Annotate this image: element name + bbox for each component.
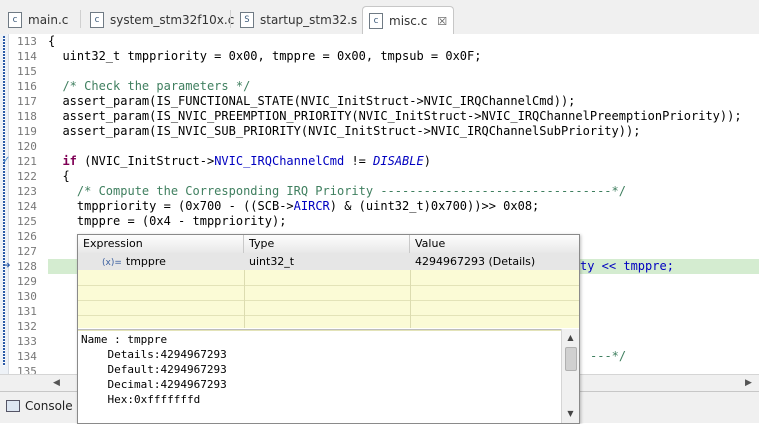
variable-icon: (x)=: [102, 258, 122, 268]
struct-field: NVIC_IRQChannelCmd: [214, 154, 345, 168]
line-number: 126: [17, 230, 37, 243]
macro: DISABLE: [373, 154, 424, 168]
editor-tab-bar: c main.c c system_stm32f10x.c S startup_…: [0, 0, 759, 35]
scroll-up-icon[interactable]: ▲: [564, 331, 577, 344]
tab-startup-stm32-s[interactable]: S startup_stm32.s: [240, 8, 357, 32]
c-file-icon: c: [8, 12, 22, 28]
code-fragment: tmppriority = (0x700 - ((SCB->: [48, 199, 294, 213]
line-number: 118: [17, 110, 37, 123]
tab-misc-c[interactable]: c misc.c ☒: [362, 6, 455, 35]
line-number: 116: [17, 80, 37, 93]
line-number: 127: [17, 245, 37, 258]
column-header-expression[interactable]: Expression: [78, 235, 244, 253]
scroll-left-icon[interactable]: ◀: [50, 377, 63, 390]
code-line: uint32_t tmppriority = 0x00, tmppre = 0x…: [48, 49, 482, 63]
code-comment: /* Compute the Corresponding IRQ Priorit…: [48, 184, 626, 198]
empty-row: [78, 270, 579, 286]
expression-table: (x)= tmppre uint32_t 4294967293 (Details): [78, 253, 579, 331]
table-row[interactable]: (x)= tmppre uint32_t 4294967293 (Details): [78, 253, 579, 270]
line-number: 131: [17, 305, 37, 318]
scroll-thumb[interactable]: [565, 347, 577, 371]
tab-label: misc.c: [389, 14, 428, 28]
code-line: if (NVIC_InitStruct->NVIC_IRQChannelCmd …: [48, 154, 431, 169]
code-line: tmppre = (0x4 - tmppriority);: [48, 214, 287, 228]
tab-separator: [80, 10, 81, 28]
line-number: 132: [17, 320, 37, 333]
code-comment: /* Check the parameters */: [48, 79, 251, 93]
line-number: 119: [17, 125, 37, 138]
line-number: 113: [17, 35, 37, 48]
code-line: assert_param(IS_NVIC_SUB_PRIORITY(NVIC_I…: [48, 124, 641, 138]
details-pane[interactable]: Name : tmppre Details:4294967293 Default…: [78, 329, 562, 424]
line-number: 125: [17, 215, 37, 228]
close-icon[interactable]: ☒: [437, 15, 447, 28]
details-line: Default:4294967293: [81, 363, 227, 376]
line-number: 128: [17, 260, 37, 273]
tab-separator: [230, 10, 231, 28]
details-line: Name : tmppre: [81, 333, 168, 346]
code-line: tmppriority = (0x700 - ((SCB->AIRCR) & (…: [48, 199, 539, 214]
c-file-icon: c: [369, 13, 383, 29]
code-fragment: ) & (uint32_t)0x700))>> 0x08;: [329, 199, 540, 213]
line-number: 122: [17, 170, 37, 183]
details-vertical-scrollbar[interactable]: ▲ ▼: [561, 329, 579, 423]
code-fragment: ty << tmppre;: [580, 259, 674, 273]
line-number: 123: [17, 185, 37, 198]
struct-field: AIRCR: [293, 199, 330, 213]
expression-name: tmppre: [125, 255, 166, 268]
empty-row: [78, 285, 579, 301]
details-line: Decimal:4294967293: [81, 378, 227, 391]
s-file-icon: S: [240, 12, 254, 28]
tab-label: main.c: [28, 13, 69, 27]
column-header-type[interactable]: Type: [244, 235, 410, 253]
code-line: {: [48, 169, 70, 183]
code-line: assert_param(IS_FUNCTIONAL_STATE(NVIC_In…: [48, 94, 576, 108]
code-comment: ---*/: [590, 349, 627, 363]
details-line: Details:4294967293: [81, 348, 227, 361]
code-fragment: ): [423, 154, 431, 168]
expression-cell: (x)= tmppre: [102, 253, 166, 270]
line-number: 133: [17, 335, 37, 348]
code-line: assert_param(IS_NVIC_PREEMPTION_PRIORITY…: [48, 109, 742, 123]
tab-label: startup_stm32.s: [260, 13, 358, 27]
expression-table-header: Expression Type Value: [78, 235, 579, 254]
c-file-icon: c: [90, 12, 104, 28]
line-number: 130: [17, 290, 37, 303]
details-line: Hex:0xfffffffd: [81, 393, 201, 406]
line-number: 114: [17, 50, 37, 63]
expression-hover-popup[interactable]: Expression Type Value (x)= tmppre uint32_…: [77, 234, 580, 424]
code-fragment: (NVIC_InitStruct->: [76, 154, 215, 168]
empty-row: [78, 300, 579, 316]
code-fragment: !=: [344, 154, 374, 168]
console-icon: [6, 400, 20, 412]
line-number: 115: [17, 65, 37, 78]
tab-system-stm32f10x-c[interactable]: c system_stm32f10x.c: [90, 8, 234, 32]
line-number: 120: [17, 140, 37, 153]
tab-main-c[interactable]: c main.c: [8, 8, 68, 32]
line-number: 117: [17, 95, 37, 108]
line-number: 121: [17, 155, 37, 168]
scroll-down-icon[interactable]: ▼: [564, 407, 577, 420]
type-cell: uint32_t: [249, 255, 295, 268]
line-numbers: 113 114 115 116 117 118 119 120 121 122 …: [8, 34, 44, 378]
code-line: {: [48, 34, 56, 48]
value-cell: 4294967293 (Details): [415, 255, 536, 268]
scroll-right-icon[interactable]: ▶: [742, 377, 755, 390]
line-number: 129: [17, 275, 37, 288]
line-number: 134: [17, 350, 37, 363]
console-label: Console: [25, 399, 73, 413]
code-line-tail: ty << tmppre;: [580, 259, 674, 274]
tab-label: system_stm32f10x.c: [110, 13, 235, 27]
line-number: 124: [17, 200, 37, 213]
column-header-value[interactable]: Value: [410, 235, 579, 253]
keyword: if: [62, 154, 77, 168]
code-text[interactable]: { uint32_t tmppriority = 0x00, tmppre = …: [48, 34, 742, 363]
